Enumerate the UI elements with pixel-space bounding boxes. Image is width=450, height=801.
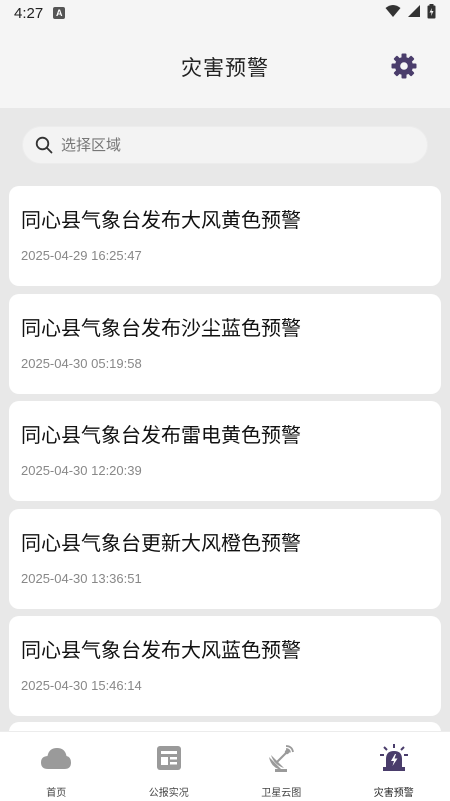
alert-card[interactable]: 同心县气象台发布大风黄色预警 2025-04-29 16:25:47 xyxy=(9,186,441,286)
news-icon xyxy=(153,742,185,774)
gear-icon xyxy=(391,53,417,79)
nav-item-home[interactable]: 首页 xyxy=(0,732,113,801)
alarm-icon xyxy=(378,742,410,774)
signal-icon xyxy=(407,4,421,22)
alert-card[interactable]: 同心县气象台更新大风橙色预警 2025-04-30 13:36:51 xyxy=(9,508,441,609)
search-bar[interactable] xyxy=(22,126,428,164)
status-icons xyxy=(385,3,436,23)
alert-title: 同心县气象台发布沙尘蓝色预警 xyxy=(21,315,301,340)
alert-time: 2025-04-30 13:36:51 xyxy=(21,570,142,586)
nav-label: 公报实况 xyxy=(148,788,189,799)
alert-title: 同心县气象台更新大风橙色预警 xyxy=(21,530,301,555)
alert-card[interactable]: 同心县气象台发布沙尘蓝色预警 2025-04-30 05:19:58 xyxy=(9,293,441,394)
nav-label: 首页 xyxy=(46,788,67,799)
settings-button[interactable] xyxy=(390,52,418,80)
alert-time: 2025-04-29 16:25:47 xyxy=(21,248,142,263)
alert-list: 同心县气象台发布大风黄色预警 2025-04-29 16:25:47 同心县气象… xyxy=(9,186,441,724)
status-bar: 4:27 A xyxy=(0,0,450,26)
battery-icon xyxy=(427,3,436,23)
status-time: 4:27 xyxy=(14,4,44,22)
alert-time: 2025-04-30 05:19:58 xyxy=(21,355,142,371)
nav-item-satellite[interactable]: 卫星云图 xyxy=(225,732,338,801)
alert-time: 2025-04-30 15:46:14 xyxy=(21,678,142,693)
alert-time: 2025-04-30 12:20:39 xyxy=(21,463,142,478)
nav-item-warning[interactable]: 灾害预警 xyxy=(338,732,450,801)
cloud-icon xyxy=(40,742,72,774)
screen: 4:27 A 灾害预警 选择区域 同心县气象台发布大风黄色预警 2025-04-… xyxy=(0,0,450,801)
alert-card[interactable]: 同心县气象台发布雷电黄色预警 2025-04-30 12:20:39 xyxy=(9,401,441,501)
wifi-icon xyxy=(385,4,401,22)
search-input[interactable] xyxy=(61,136,401,154)
alert-title: 同心县气象台发布雷电黄色预警 xyxy=(21,423,301,447)
search-icon xyxy=(35,136,53,154)
nav-item-bulletin[interactable]: 公报实况 xyxy=(113,732,226,801)
nav-label: 卫星云图 xyxy=(261,788,302,799)
alert-title: 同心县气象台发布大风蓝色预警 xyxy=(21,638,301,662)
satellite-icon xyxy=(265,742,297,774)
alert-card[interactable]: 同心县气象台发布大风蓝色预警 2025-04-30 15:46:14 xyxy=(9,616,441,716)
bottom-nav: 首页 公报实况 卫星云图 灾害预警 xyxy=(0,731,450,801)
a-icon: A xyxy=(53,7,66,19)
alert-title: 同心县气象台发布大风黄色预警 xyxy=(21,208,301,232)
nav-label: 灾害预警 xyxy=(373,788,414,799)
app-header: 灾害预警 xyxy=(0,26,450,108)
page-title: 灾害预警 xyxy=(181,56,269,80)
